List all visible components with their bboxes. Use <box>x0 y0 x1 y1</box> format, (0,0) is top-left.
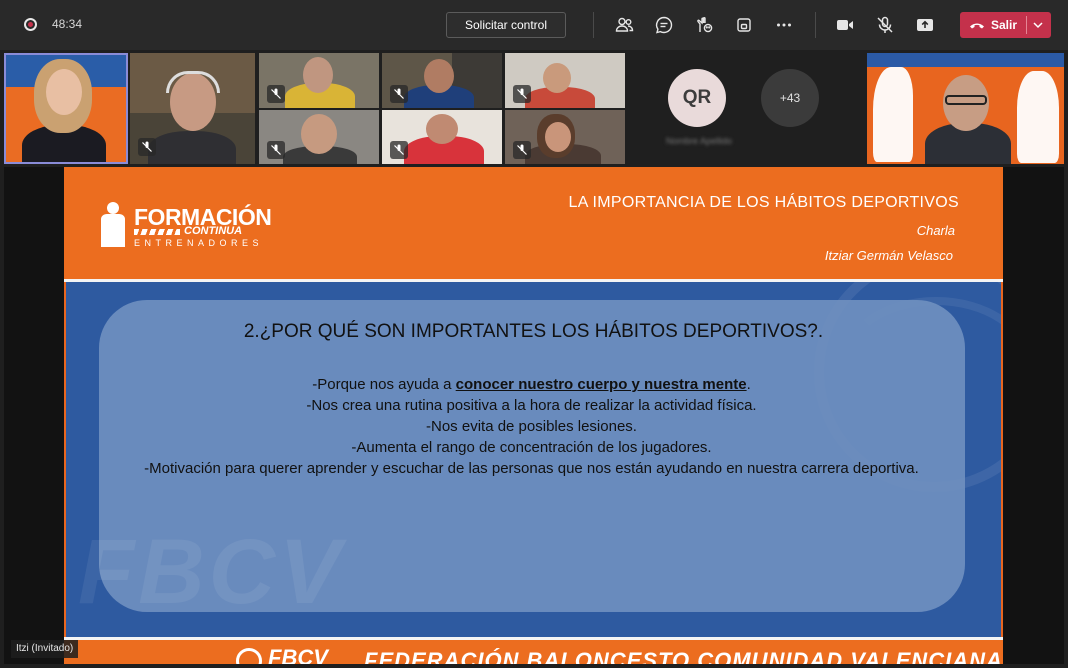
leave-button[interactable]: Salir <box>960 12 1051 38</box>
video-tile[interactable] <box>382 110 502 164</box>
mic-muted-icon <box>390 141 408 159</box>
speaker-face <box>46 69 82 115</box>
coach-figure-icon <box>101 202 125 247</box>
slide-type: Charla <box>916 223 955 238</box>
rooms-icon[interactable] <box>732 13 756 37</box>
participant-face <box>543 63 571 93</box>
meeting-timer: 48:34 <box>52 17 83 31</box>
participant-name: Nombre Apellido <box>665 136 733 146</box>
share-icon[interactable] <box>913 13 937 37</box>
video-tile[interactable] <box>259 110 379 164</box>
slide-footer: FBCV FEDERACIÓN BALONCESTO COMUNIDAD VAL… <box>64 637 1003 664</box>
logo-stripes <box>134 229 180 235</box>
leave-label: Salir <box>990 18 1017 32</box>
question-heading: 2.¿POR QUÉ SON IMPORTANTES LOS HÁBITOS D… <box>243 321 824 342</box>
more-participants-button[interactable]: +43 <box>761 69 819 127</box>
chat-icon[interactable] <box>652 13 676 37</box>
mic-muted-icon[interactable] <box>873 13 897 37</box>
mic-muted-icon <box>513 85 531 103</box>
leave-main[interactable]: Salir <box>960 12 1026 38</box>
bullet-item: -Motivación para querer aprender y escuc… <box>144 460 919 477</box>
reactions-icon[interactable] <box>692 13 716 37</box>
more-icon[interactable] <box>772 13 796 37</box>
participant-body <box>148 131 236 164</box>
fbcv-watermark: FBCV <box>78 521 345 623</box>
glasses-icon <box>945 95 987 105</box>
video-tile[interactable] <box>130 53 255 164</box>
participant-face <box>426 114 458 144</box>
participants-icon[interactable] <box>612 13 636 37</box>
footer-logo: FBCV <box>268 645 328 664</box>
chevron-down-icon[interactable] <box>1030 17 1046 33</box>
recording-icon <box>24 18 37 31</box>
video-tile-active-speaker[interactable] <box>4 53 128 164</box>
camera-icon[interactable] <box>833 13 857 37</box>
video-tile[interactable] <box>259 53 379 108</box>
player-silhouette <box>873 67 913 162</box>
participant-avatar[interactable]: QR <box>668 69 726 127</box>
bullet-item: -Nos evita de posibles lesiones. <box>426 418 637 435</box>
participant-face <box>303 57 333 93</box>
mic-muted-icon <box>138 138 156 156</box>
logo-subtext: CONTINUA <box>184 225 243 237</box>
hangup-icon <box>969 23 984 29</box>
slide-title: LA IMPORTANCIA DE LOS HÁBITOS DEPORTIVOS <box>568 194 959 211</box>
toolbar-divider <box>593 12 594 38</box>
mic-muted-icon <box>267 141 285 159</box>
mic-muted-icon <box>513 141 531 159</box>
shared-screen: FORMACIÓN CONTINUA ENTRENADORES LA IMPOR… <box>4 167 1064 664</box>
toolbar-divider <box>815 12 816 38</box>
presentation-slide: FORMACIÓN CONTINUA ENTRENADORES LA IMPOR… <box>64 167 1003 664</box>
formacion-logo: FORMACIÓN CONTINUA ENTRENADORES <box>96 201 286 251</box>
video-tile[interactable] <box>505 53 625 108</box>
bullet-item: -Nos crea una rutina positiva a la hora … <box>306 397 757 414</box>
slide-header: FORMACIÓN CONTINUA ENTRENADORES LA IMPOR… <box>64 167 1003 279</box>
bullet-list: -Porque nos ayuda a conocer nuestro cuer… <box>144 374 919 479</box>
bullet-emphasis: conocer nuestro cuerpo y nuestra mente <box>455 376 747 393</box>
bullet-text: . <box>746 376 751 393</box>
participant-face <box>424 59 454 93</box>
participant-face <box>545 122 571 152</box>
meeting-toolbar: 48:34 Solicitar control Salir <box>0 0 1068 50</box>
participant-face <box>301 114 337 154</box>
bullet-text: -Porque nos ayuda a <box>312 376 456 393</box>
player-silhouette <box>1017 71 1059 163</box>
presenter-name-tag: Itzi (Invitado) <box>11 640 79 658</box>
request-control-button[interactable]: Solicitar control <box>446 12 566 38</box>
slide-content: FBCV 2.¿POR QUÉ SON IMPORTANTES LOS HÁBI… <box>66 282 1001 637</box>
video-tile[interactable] <box>382 53 502 108</box>
footer-text: FEDERACIÓN BALONCESTO COMUNIDAD VALENCIA… <box>364 648 1003 664</box>
video-tile[interactable] <box>867 53 1064 164</box>
leave-divider <box>1026 16 1027 34</box>
mic-muted-icon <box>390 85 408 103</box>
basketball-icon <box>236 648 262 664</box>
mic-muted-icon <box>267 85 285 103</box>
banner-background <box>867 53 1064 67</box>
bullet-item: -Aumenta el rango de concentración de lo… <box>351 439 712 456</box>
video-tile[interactable] <box>505 110 625 164</box>
slide-author: Itziar Germán Velasco <box>824 248 953 263</box>
bullet-item: -Porque nos ayuda a conocer nuestro cuer… <box>144 374 919 395</box>
logo-small-text: ENTRENADORES <box>134 238 264 248</box>
